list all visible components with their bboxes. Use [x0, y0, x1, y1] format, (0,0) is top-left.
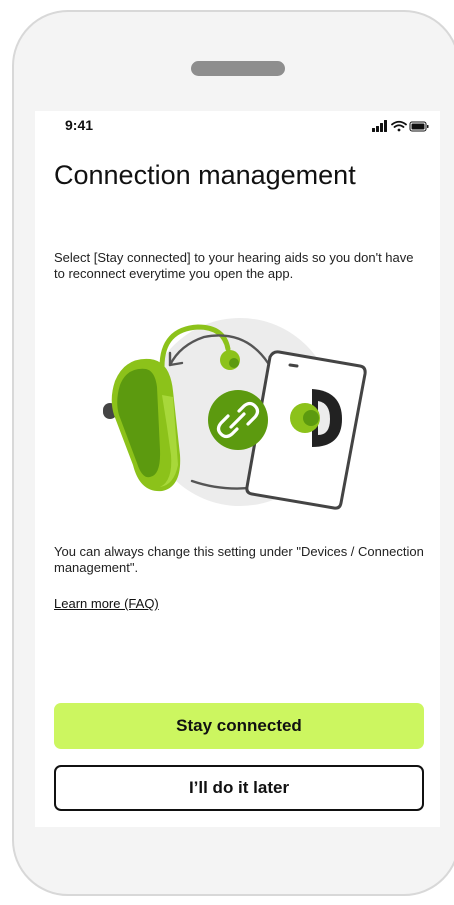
signal-icon: [372, 120, 387, 132]
hint-text: You can always change this setting under…: [54, 544, 424, 575]
status-icons: [372, 120, 429, 132]
page-title: Connection management: [54, 160, 356, 190]
link-icon: [208, 390, 268, 450]
battery-icon: [409, 121, 429, 132]
stay-connected-button[interactable]: Stay connected: [54, 703, 424, 749]
device-mockup: 9:41 Connection management Select [Stay …: [0, 0, 454, 905]
do-it-later-button[interactable]: I’ll do it later: [54, 765, 424, 811]
description-text: Select [Stay connected] to your hearing …: [54, 250, 414, 281]
phone-speaker: [191, 61, 285, 76]
status-bar: 9:41: [35, 111, 440, 139]
learn-more-faq-link[interactable]: Learn more (FAQ): [54, 596, 159, 612]
wifi-icon: [391, 120, 407, 132]
status-time: 9:41: [65, 117, 94, 133]
connection-illustration: [103, 318, 367, 510]
app-screen: 9:41 Connection management Select [Stay …: [35, 111, 440, 827]
